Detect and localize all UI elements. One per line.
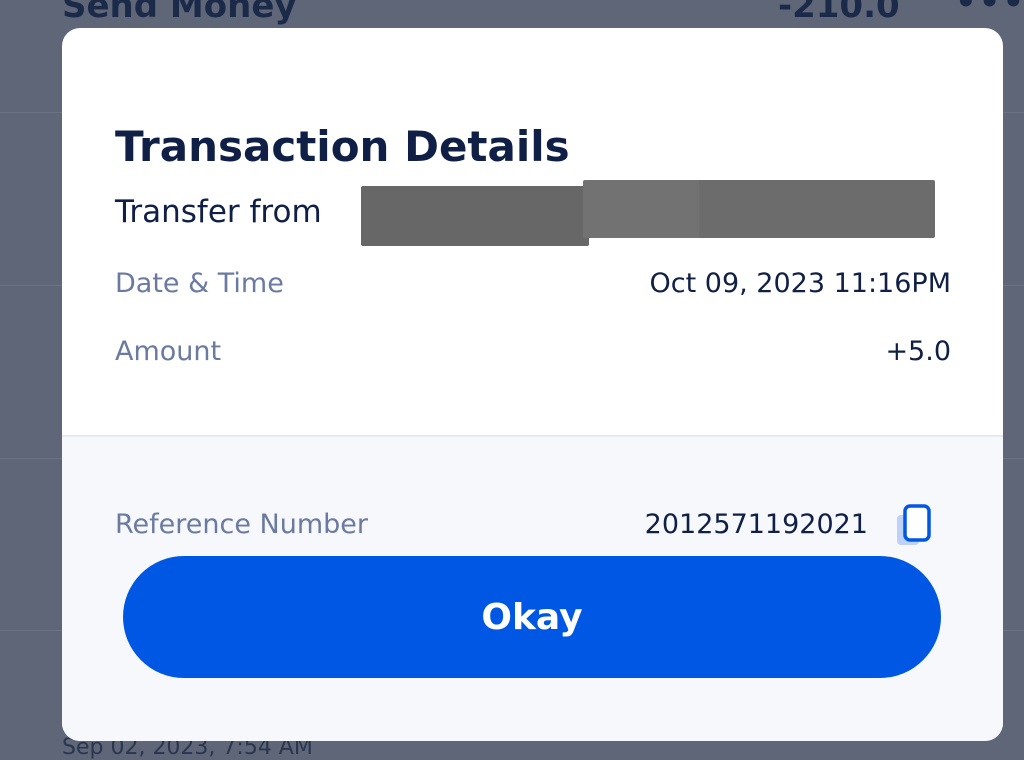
transaction-details-modal: Transaction Details Transfer from Date &…: [62, 28, 1003, 741]
transaction-title: Send Money: [62, 0, 297, 26]
redacted-block: [583, 180, 703, 238]
more-dots-icon[interactable]: •••: [955, 0, 1024, 22]
redacted-block: [699, 180, 935, 238]
amount-label: Amount: [115, 336, 222, 367]
reference-number-label: Reference Number: [115, 509, 369, 540]
transaction-amount: -210.0: [778, 0, 900, 26]
transfer-row: Transfer from: [115, 180, 955, 246]
amount-value: +5.0: [885, 336, 951, 367]
reference-section: Reference Number 2012571192021 Okay: [62, 435, 1003, 741]
transfer-from-label: Transfer from: [115, 194, 322, 230]
redacted-block: [361, 186, 589, 246]
date-time-row: Date & Time Oct 09, 2023 11:16PM: [115, 268, 951, 308]
date-time-label: Date & Time: [115, 268, 284, 299]
reference-number-value: 2012571192021: [644, 509, 868, 540]
copy-icon[interactable]: [894, 503, 934, 551]
modal-title: Transaction Details: [115, 122, 570, 171]
okay-button[interactable]: Okay: [123, 556, 941, 678]
amount-row: Amount +5.0: [115, 336, 951, 376]
date-time-value: Oct 09, 2023 11:16PM: [649, 268, 951, 299]
